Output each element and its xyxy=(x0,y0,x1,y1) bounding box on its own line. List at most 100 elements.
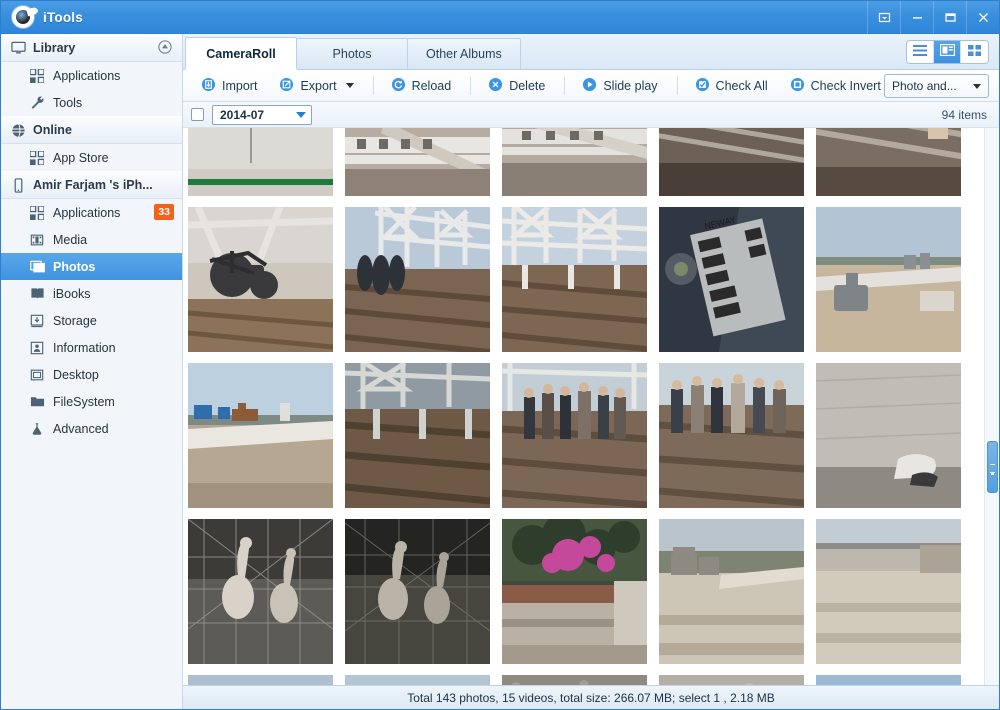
eject-icon[interactable] xyxy=(158,40,172,57)
restore-down-button[interactable] xyxy=(867,1,900,34)
tab-label: CameraRoll xyxy=(206,46,276,61)
photo-thumbnail[interactable] xyxy=(345,128,490,196)
photo-thumbnail[interactable] xyxy=(502,519,647,664)
photo-thumbnail[interactable] xyxy=(502,675,647,685)
app-title: iTools xyxy=(43,9,83,25)
check-all-button[interactable]: Check All xyxy=(685,73,778,99)
close-button[interactable] xyxy=(966,1,999,34)
minimize-icon xyxy=(911,11,924,24)
sidebar-item-label: Desktop xyxy=(53,367,99,382)
sidebar-item-label: Applications xyxy=(53,205,121,220)
sidebar-item-media[interactable]: Media xyxy=(1,226,182,253)
select-all-checkbox[interactable] xyxy=(191,108,204,121)
tab-bar: CameraRoll Photos Other Albums xyxy=(183,34,999,70)
export-icon xyxy=(279,77,294,95)
sidebar-item-label: Information xyxy=(53,340,116,355)
tab-photos[interactable]: Photos xyxy=(296,38,408,69)
toolbar-label: Slide play xyxy=(603,78,658,93)
sidebar-item-filesystem[interactable]: FileSystem xyxy=(1,388,182,415)
sidebar-item-desktop[interactable]: Desktop xyxy=(1,361,182,388)
sidebar-item-applications-library[interactable]: Applications xyxy=(1,62,182,89)
detail-view-button[interactable] xyxy=(934,41,961,63)
sidebar-item-ibooks[interactable]: iBooks xyxy=(1,280,182,307)
photo-thumbnail[interactable] xyxy=(345,519,490,664)
iphone-icon xyxy=(10,177,26,193)
photo-thumbnail[interactable] xyxy=(188,128,333,196)
chevron-down-icon xyxy=(296,111,306,118)
photo-thumbnail[interactable] xyxy=(659,675,804,685)
sidebar-item-information[interactable]: Information xyxy=(1,334,182,361)
sidebar-item-storage[interactable]: Storage xyxy=(1,307,182,334)
sidebar-item-tools[interactable]: Tools xyxy=(1,89,182,116)
photo-thumbnail[interactable]: NEWAY xyxy=(659,207,804,352)
toolbar-divider xyxy=(564,76,566,95)
check-all-icon xyxy=(695,77,710,95)
date-group-select[interactable]: 2014-07 xyxy=(212,104,312,125)
toolbar-label: Reload xyxy=(411,78,452,93)
reload-button[interactable]: Reload xyxy=(381,73,462,99)
delete-button[interactable]: Delete xyxy=(478,73,555,99)
photo-thumbnail[interactable] xyxy=(659,363,804,508)
photo-thumbnail[interactable] xyxy=(816,675,961,685)
export-button[interactable]: Export xyxy=(269,73,363,99)
date-filter-bar: 2014-07 94 items xyxy=(183,102,999,128)
photo-thumbnail[interactable] xyxy=(816,519,961,664)
photo-thumbnail[interactable] xyxy=(345,207,490,352)
photo-thumbnail[interactable] xyxy=(345,675,490,685)
folder-icon xyxy=(29,394,45,410)
import-button[interactable]: Import xyxy=(191,73,267,99)
tab-cameraroll[interactable]: CameraRoll xyxy=(185,37,297,70)
sidebar-item-applications-device[interactable]: Applications 33 xyxy=(1,199,182,226)
photo-grid-scrollbar[interactable] xyxy=(984,128,999,685)
photo-thumbnail[interactable] xyxy=(502,128,647,196)
slide-play-button[interactable]: Slide play xyxy=(572,73,667,99)
check-invert-button[interactable]: Check Invert xyxy=(780,73,891,99)
photo-thumbnail[interactable] xyxy=(188,675,333,685)
toolbar-label: Import xyxy=(222,78,258,93)
photo-thumbnail[interactable] xyxy=(188,207,333,352)
photo-thumbnail[interactable] xyxy=(502,207,647,352)
photo-thumbnail[interactable] xyxy=(816,128,961,196)
photo-thumbnail[interactable] xyxy=(188,363,333,508)
maximize-button[interactable] xyxy=(933,1,966,34)
applications-badge-count: 33 xyxy=(154,204,174,220)
thumbnail-view-button[interactable] xyxy=(961,41,988,63)
photo-thumbnail[interactable] xyxy=(345,363,490,508)
view-mode-toggle xyxy=(906,40,989,64)
globe-icon xyxy=(10,122,26,138)
scrollbar-thumb[interactable] xyxy=(987,441,998,493)
toolbar-label: Delete xyxy=(509,78,546,93)
toolbar-divider xyxy=(372,76,374,95)
close-icon xyxy=(977,11,990,24)
photo-thumbnail[interactable] xyxy=(659,128,804,196)
minimize-button[interactable] xyxy=(900,1,933,34)
tab-other-albums[interactable]: Other Albums xyxy=(407,38,521,69)
check-invert-icon xyxy=(790,77,805,95)
photo-thumbnail[interactable] xyxy=(188,519,333,664)
sidebar-group-device[interactable]: Amir Farjam 's iPh... xyxy=(1,40,182,199)
sidebar-item-photos[interactable]: Photos xyxy=(1,253,182,280)
toolbar-label: Export xyxy=(300,78,337,93)
photo-grid-container: NEWAY xyxy=(183,128,999,685)
photo-thumbnail[interactable] xyxy=(502,363,647,508)
toolbar-label: Check Invert xyxy=(810,78,881,93)
list-view-icon xyxy=(913,43,927,61)
photo-thumbnail[interactable] xyxy=(659,519,804,664)
sidebar-item-advanced[interactable]: Advanced xyxy=(1,415,182,442)
sidebar-group-library[interactable]: Library xyxy=(1,34,182,62)
tab-label: Photos xyxy=(332,47,372,61)
sidebar: Library Applications Tools Online App St… xyxy=(1,34,183,709)
sidebar-group-online[interactable]: Online xyxy=(1,116,182,144)
list-view-button[interactable] xyxy=(907,41,934,63)
reload-icon xyxy=(391,77,406,95)
window-restore-icon xyxy=(878,11,891,24)
photo-thumbnail[interactable] xyxy=(816,207,961,352)
sidebar-device-label: Amir Farjam 's iPh... xyxy=(33,178,153,192)
book-icon xyxy=(29,286,45,302)
photo-thumbnail[interactable] xyxy=(816,363,961,508)
media-type-filter-select[interactable]: Photo and... xyxy=(884,74,989,98)
maximize-icon xyxy=(944,11,957,24)
sidebar-item-label: FileSystem xyxy=(53,394,115,409)
sidebar-item-app-store[interactable]: App Store xyxy=(1,144,182,171)
sidebar-item-label: Photos xyxy=(53,259,96,274)
